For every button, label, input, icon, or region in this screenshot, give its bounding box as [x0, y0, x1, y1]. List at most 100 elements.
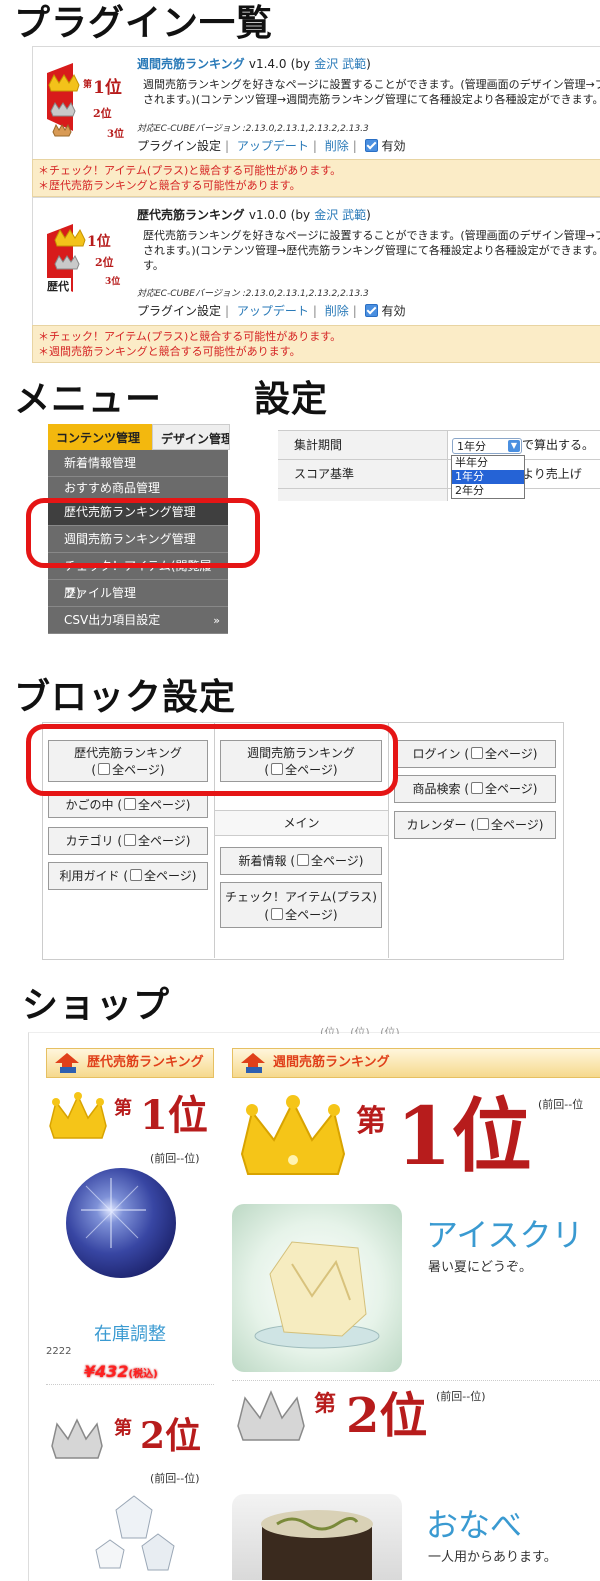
block-name: 商品検索 — [412, 782, 461, 796]
plugin-desc-line3: す。 — [143, 259, 164, 272]
plugin-enabled-label: 有効 — [381, 304, 406, 318]
tab-contents-management[interactable]: コンテンツ管理 — [48, 424, 152, 450]
all-pages-checkbox[interactable] — [124, 834, 137, 846]
plugin-delete-link[interactable]: 削除 — [325, 304, 349, 318]
plugin-description: 週間売筋ランキングを好きなページに設置することができます。(管理画面のデザイン管… — [143, 77, 600, 107]
menu-item-csv[interactable]: CSV出力項目設定 » — [48, 607, 228, 634]
weekly-ranking-thumbnail: 第 1位 2位 3位 — [43, 59, 129, 140]
weekly-rank1-label: 1位 — [396, 1089, 532, 1183]
block-calendar[interactable]: カレンダー (全ページ) — [394, 811, 556, 839]
block-news[interactable]: 新着情報 (全ページ) — [220, 847, 382, 875]
plugin-desc-line1: 歴代売筋ランキングを好きなページに設置することができます。(管理画面のデザイン管… — [143, 229, 600, 242]
plugin-card-weekly: 第 1位 2位 3位 週間売筋ランキング v1.4.0 (by 金沢 武範) 週… — [32, 46, 600, 161]
blocks-heading: ブロック設定 — [14, 677, 237, 718]
period-select[interactable]: 1年分 ▼ — [452, 437, 522, 454]
product-tax: (税込) — [128, 1369, 158, 1380]
plugin-warning-weekly: ＊チェック！アイテム(プラス)と競合する可能性があります。 ＊歴代売筋ランキング… — [32, 159, 600, 197]
block-name: チェック！アイテム(プラス) — [225, 890, 377, 904]
setting-label: スコア基準 — [278, 460, 448, 488]
all-pages-checkbox[interactable] — [297, 854, 310, 866]
menu-item-recommend[interactable]: おすすめ商品管理 — [48, 477, 228, 499]
block-name: カテゴリ — [65, 834, 114, 848]
clipped-text: (位) (位) (位) — [320, 1026, 400, 1034]
block-all-label: 全ページ — [138, 798, 186, 812]
product-name-link[interactable]: おなべ — [426, 1500, 522, 1546]
block-check-item[interactable]: チェック！アイテム(プラス) (全ページ) — [220, 882, 382, 928]
warning-line: ＊歴代売筋ランキングと競合する可能性があります。 — [38, 179, 301, 192]
menu-item-file[interactable]: ファイル管理 — [48, 580, 228, 607]
period-select-value: 1年分 — [457, 439, 486, 453]
all-pages-checkbox[interactable] — [471, 747, 484, 759]
thumb-third: 3位 — [107, 127, 124, 139]
product-star-sapphire-image[interactable] — [66, 1168, 176, 1278]
all-pages-checkbox[interactable] — [124, 798, 137, 810]
weekly-ranking-title: 週間売筋ランキング — [273, 1055, 390, 1070]
plugin-title-link[interactable]: 週間売筋ランキング — [137, 57, 245, 71]
alltime-ranking-title: 歴代売筋ランキング — [87, 1055, 204, 1070]
period-option[interactable]: 2年分 — [452, 484, 524, 498]
all-pages-checkbox[interactable] — [130, 869, 143, 881]
product-diamond-image[interactable] — [86, 1490, 182, 1580]
settings-table: 集計期間 1年分 ▼ で算出する。 スコア基準 ▼ より売上げ — [278, 430, 600, 501]
all-pages-checkbox[interactable] — [477, 818, 490, 830]
plugin-actions: プラグイン設定 | アップデート | 削除 | 有効 — [137, 139, 406, 153]
block-name: かごの中 — [65, 798, 114, 812]
product-name-link[interactable]: アイスクリ — [426, 1210, 583, 1256]
period-option[interactable]: 半年分 — [452, 456, 524, 470]
block-login[interactable]: ログイン (全ページ) — [394, 740, 556, 768]
crown-arrow-icon — [241, 1053, 265, 1073]
product-icecream-image[interactable] — [232, 1204, 402, 1372]
menu-heading: メニュー — [14, 379, 163, 420]
product-nabe-image[interactable] — [232, 1494, 402, 1580]
period-option-selected[interactable]: 1年分 — [452, 470, 524, 484]
weekly-rank2-dai: 第 — [314, 1391, 337, 1417]
plugin-by-prefix: (by — [290, 57, 311, 71]
all-pages-checkbox[interactable] — [471, 782, 484, 794]
tab-design-management[interactable]: デザイン管理 — [152, 424, 230, 450]
block-category[interactable]: カテゴリ (全ページ) — [48, 827, 208, 855]
plugin-enabled-checkbox[interactable] — [364, 304, 378, 317]
plugins-heading: プラグイン一覧 — [14, 3, 274, 44]
plugin-author-link[interactable]: 金沢 武範 — [314, 208, 366, 222]
thumb-first: 1位 — [93, 77, 122, 98]
all-pages-checkbox[interactable] — [271, 908, 284, 920]
block-name: 利用ガイド — [59, 869, 120, 883]
block-search[interactable]: 商品検索 (全ページ) — [394, 775, 556, 803]
product-name-link[interactable]: 在庫調整 — [46, 1320, 214, 1346]
weekly-rank1-previous: (前回--位 — [538, 1098, 584, 1111]
thumb-first: 1位 — [87, 233, 111, 250]
main-area-label: メイン — [215, 810, 388, 836]
rank1-dai: 第 — [114, 1098, 132, 1119]
plugin-title[interactable]: 歴代売筋ランキング — [137, 208, 245, 222]
plugin-desc-line1: 週間売筋ランキングを好きなページに設置することができます。(管理画面のデザイン管… — [143, 78, 600, 91]
setting-suffix: で算出する。 — [522, 438, 595, 452]
plugin-actions: プラグイン設定 | アップデート | 削除 | 有効 — [137, 304, 406, 318]
setting-row-extra — [278, 489, 600, 501]
product-description: 一人用からあります。 — [428, 1550, 557, 1565]
thumb-dai: 第 — [83, 78, 92, 90]
block-guide[interactable]: 利用ガイド (全ページ) — [48, 862, 208, 890]
plugin-settings-link[interactable]: プラグイン設定 — [137, 139, 221, 153]
rank1-crown-icon — [46, 1092, 110, 1146]
chevron-right-icon: » — [213, 614, 220, 627]
plugin-by-prefix: (by — [290, 208, 311, 222]
highlight-oval-blocks — [26, 724, 398, 796]
plugin-enabled-checkbox[interactable] — [364, 139, 378, 152]
plugin-compat: 対応EC-CUBEバージョン :2.13.0,2.13.1,2.13.2,2.1… — [137, 289, 369, 299]
chevron-down-icon: ▼ — [508, 439, 520, 452]
shop-heading: ショップ — [22, 985, 171, 1026]
plugin-enabled-label: 有効 — [381, 139, 406, 153]
weekly-rank2-label: 2位 — [346, 1388, 428, 1444]
plugin-update-link[interactable]: アップデート — [237, 304, 309, 318]
plugin-by-suffix: ) — [366, 208, 371, 222]
plugin-update-link[interactable]: アップデート — [237, 139, 309, 153]
plugin-settings-link[interactable]: プラグイン設定 — [137, 304, 221, 318]
plugin-card-alltime: 1位 2位 3位 歴代 歴代売筋ランキング v1.0.0 (by 金沢 武範) … — [32, 197, 600, 327]
block-name: 新着情報 — [238, 854, 287, 868]
menu-item-news[interactable]: 新着情報管理 — [48, 450, 228, 477]
weekly-ranking-header: 週間売筋ランキング — [232, 1048, 600, 1078]
plugin-author-link[interactable]: 金沢 武範 — [314, 57, 366, 71]
weekly-rank1-dai: 第 — [356, 1104, 386, 1139]
plugin-delete-link[interactable]: 削除 — [325, 139, 349, 153]
setting-row-score: スコア基準 ▼ より売上げ — [278, 460, 600, 489]
